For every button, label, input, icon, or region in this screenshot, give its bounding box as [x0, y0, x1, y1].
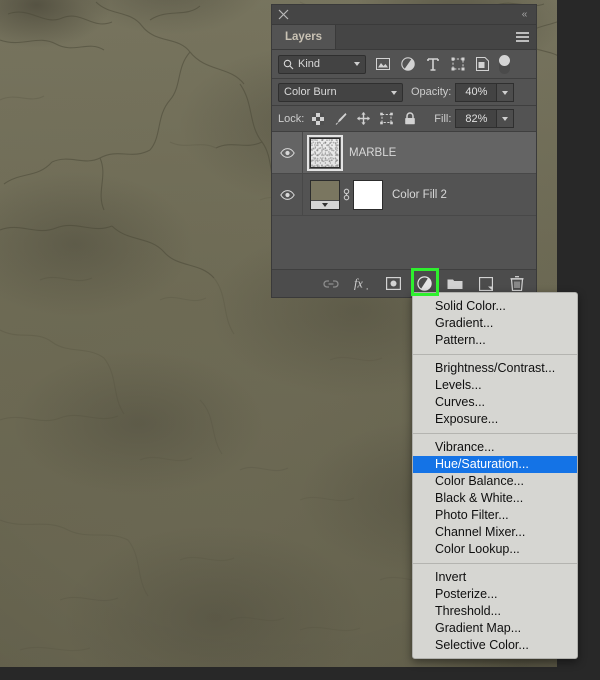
- table-row[interactable]: Color Fill 2: [272, 174, 536, 216]
- menu-item[interactable]: Pattern...: [413, 332, 577, 349]
- new-group-button[interactable]: [447, 276, 463, 292]
- menu-item[interactable]: Color Lookup...: [413, 541, 577, 558]
- lock-icon-group: [311, 112, 416, 126]
- fill-label: Fill:: [434, 112, 452, 125]
- panel-tab-row: Layers: [272, 25, 536, 50]
- menu-separator: [413, 563, 577, 564]
- layer-visibility-toggle[interactable]: [272, 174, 303, 215]
- menu-item[interactable]: Hue/Saturation...: [413, 456, 577, 473]
- fill-adjust-strip: [311, 199, 339, 209]
- pixel-layer-filter-icon[interactable]: [375, 57, 390, 72]
- opacity-label: Opacity:: [411, 86, 452, 98]
- menu-item[interactable]: Threshold...: [413, 603, 577, 620]
- tab-layers-label: Layers: [285, 31, 323, 43]
- lock-row: Lock: Fill: 82%: [272, 106, 536, 132]
- menu-separator: [413, 433, 577, 434]
- layer-thumbnail[interactable]: [310, 179, 340, 210]
- delete-layer-button[interactable]: [509, 276, 525, 292]
- layer-name[interactable]: Color Fill 2: [392, 189, 447, 201]
- menu-item[interactable]: Curves...: [413, 394, 577, 411]
- workspace-bottom-bar: [0, 667, 600, 680]
- filter-type-icons: [375, 57, 490, 72]
- menu-item[interactable]: Selective Color...: [413, 637, 577, 654]
- menu-item[interactable]: Gradient...: [413, 315, 577, 332]
- hamburger-menu-icon[interactable]: [516, 32, 529, 42]
- menu-separator: [413, 354, 577, 355]
- eye-icon: [279, 189, 295, 200]
- lock-position-icon[interactable]: [357, 112, 371, 126]
- blend-mode-select[interactable]: Color Burn: [278, 82, 403, 102]
- shape-layer-filter-icon[interactable]: [450, 57, 465, 72]
- smart-object-filter-icon[interactable]: [475, 57, 490, 72]
- menu-item[interactable]: Photo Filter...: [413, 507, 577, 524]
- link-layers-button[interactable]: [323, 276, 339, 292]
- new-layer-button[interactable]: [478, 276, 494, 292]
- lock-image-pixels-icon[interactable]: [334, 112, 347, 126]
- lock-transparent-pixels-icon[interactable]: [311, 112, 324, 126]
- table-row[interactable]: MARBLE: [272, 132, 536, 174]
- fill-input[interactable]: 82%: [455, 109, 497, 128]
- chevron-down-icon: [391, 90, 397, 95]
- layer-thumbnail-wrap[interactable]: [307, 134, 343, 171]
- layer-name[interactable]: MARBLE: [349, 147, 396, 159]
- layer-visibility-toggle[interactable]: [272, 132, 303, 173]
- layers-panel[interactable]: « Layers Kind Color Burn Opacity: 40% Lo…: [271, 4, 537, 298]
- menu-item[interactable]: Gradient Map...: [413, 620, 577, 637]
- lock-all-icon[interactable]: [403, 112, 416, 126]
- opacity-stepper[interactable]: [496, 82, 515, 102]
- panel-titlebar: «: [272, 5, 536, 25]
- layer-thumbnail[interactable]: [307, 134, 343, 171]
- menu-item[interactable]: Channel Mixer...: [413, 524, 577, 541]
- adjustment-layer-filter-icon[interactable]: [400, 57, 415, 72]
- layer-filter-row: Kind: [272, 50, 536, 79]
- filter-kind-select[interactable]: Kind: [278, 54, 366, 74]
- chevron-down-icon: [354, 61, 360, 66]
- layers-list[interactable]: MARBLE Color Fill 2: [272, 132, 536, 242]
- svg-text:fx: fx: [354, 277, 363, 291]
- menu-item[interactable]: Color Balance...: [413, 473, 577, 490]
- close-icon[interactable]: [278, 9, 289, 20]
- new-adjustment-layer-menu[interactable]: Solid Color... Gradient... Pattern... Brigh…: [412, 292, 578, 659]
- menu-item[interactable]: Posterize...: [413, 586, 577, 603]
- fill-stepper[interactable]: [496, 109, 515, 128]
- eye-icon: [279, 147, 295, 158]
- menu-item[interactable]: Invert: [413, 569, 577, 586]
- filter-enable-toggle[interactable]: [499, 54, 510, 74]
- layer-style-fx-button[interactable]: fx: [354, 276, 370, 292]
- filter-kind-label: Kind: [298, 58, 321, 70]
- link-mask-icon[interactable]: [340, 188, 353, 201]
- layer-mask-thumbnail[interactable]: [353, 179, 383, 210]
- layer-thumbnail-wrap[interactable]: [310, 179, 383, 210]
- blend-mode-row: Color Burn Opacity: 40%: [272, 79, 536, 106]
- lock-label: Lock:: [278, 112, 305, 125]
- menu-item[interactable]: Solid Color...: [413, 298, 577, 315]
- lock-artboard-nesting-icon[interactable]: [380, 112, 394, 126]
- double-chevron-left-icon[interactable]: «: [518, 9, 530, 20]
- add-layer-mask-button[interactable]: [385, 276, 401, 292]
- new-adjustment-layer-button[interactable]: [416, 276, 432, 292]
- menu-item[interactable]: Vibrance...: [413, 439, 577, 456]
- tab-layers[interactable]: Layers: [272, 25, 337, 49]
- menu-item[interactable]: Brightness/Contrast...: [413, 360, 577, 377]
- type-layer-filter-icon[interactable]: [425, 57, 440, 72]
- magnifier-icon: [283, 59, 294, 70]
- opacity-input[interactable]: 40%: [455, 82, 497, 102]
- menu-item[interactable]: Black & White...: [413, 490, 577, 507]
- menu-item[interactable]: Levels...: [413, 377, 577, 394]
- menu-item[interactable]: Exposure...: [413, 411, 577, 428]
- blend-mode-value: Color Burn: [284, 86, 337, 98]
